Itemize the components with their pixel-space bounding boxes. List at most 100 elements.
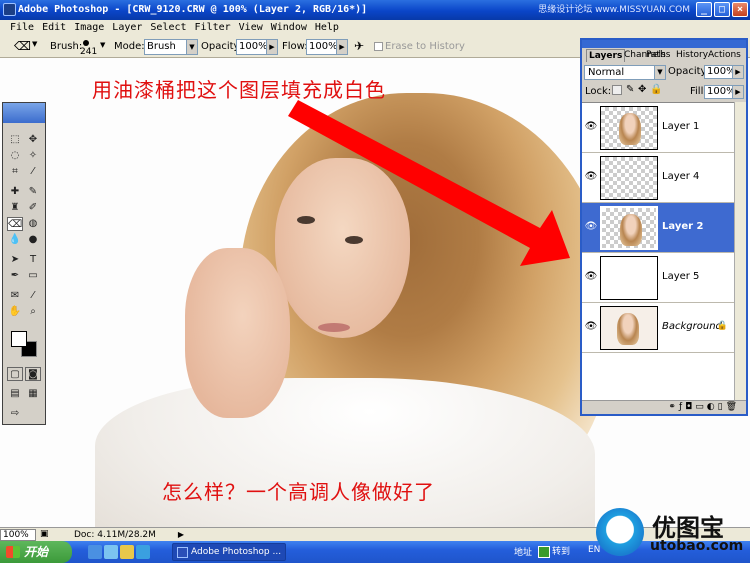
tab-layers[interactable]: Layers [586,49,626,62]
trash-icon[interactable]: 🗑 [726,402,740,412]
layer-row-layer-2[interactable]: 👁 Layer 2 [582,203,736,253]
layer-row-layer-4[interactable]: 👁 Layer 4 [582,153,736,203]
layers-scrollbar[interactable] [734,102,746,402]
path-selection-tool-icon[interactable]: ➤ [7,253,23,267]
layer-row-layer-5[interactable]: 👁 Layer 5 [582,253,736,303]
menu-layer[interactable]: Layer [108,20,146,36]
menu-file[interactable]: File [6,20,38,36]
screen-mode-full-icon[interactable]: ▦ [25,387,41,401]
dodge-tool-icon[interactable]: ● [25,233,41,247]
layers-palette-titlebar[interactable] [582,40,746,48]
clone-stamp-tool-icon[interactable]: ♜ [7,201,23,215]
layer-thumbnail [600,306,658,350]
lock-all-icon[interactable]: 🔒 [650,84,662,95]
quick-mask-mode-icon[interactable]: ◙ [25,367,41,381]
menu-bar: File Edit Image Layer Select Filter View Window… [0,20,750,36]
crop-tool-icon[interactable]: ⌗ [7,165,23,179]
layer-opacity-input[interactable]: 100% ▶ [704,65,744,79]
toolbox-header[interactable] [3,103,45,123]
notes-tool-icon[interactable]: ✉ [7,289,23,303]
tool-preset-dropdown-icon[interactable]: ▼ [32,40,37,48]
hand-tool-icon[interactable]: ✋ [7,305,23,319]
mode-value: Brush [147,41,176,52]
healing-brush-tool-icon[interactable]: ✚ [7,185,23,199]
erase-history-checkbox[interactable] [374,42,383,51]
lasso-tool-icon[interactable]: ◌ [7,149,23,163]
layer-row-layer-1[interactable]: 👁 Layer 1 [582,103,736,153]
layer-row-background[interactable]: 👁 Background 🔒 [582,303,736,353]
menu-filter[interactable]: Filter [191,20,235,36]
opacity-input[interactable]: 100% ▶ [236,39,278,55]
move-tool-icon[interactable]: ✥ [25,133,41,147]
visibility-eye-icon[interactable]: 👁 [584,321,598,333]
fill-input[interactable]: 100% ▶ [704,85,744,99]
lock-position-icon[interactable]: ✥ [638,84,646,95]
quicklaunch-folder-icon[interactable] [120,545,134,559]
magic-wand-tool-icon[interactable]: ✧ [25,149,41,163]
new-layer-icon[interactable]: ▯ [718,402,726,412]
chevron-right-icon[interactable]: ▶ [732,86,743,98]
quicklaunch-desktop-icon[interactable] [88,545,102,559]
menu-select[interactable]: Select [146,20,190,36]
adjustment-layer-icon[interactable]: ◐ [707,402,718,412]
menu-image[interactable]: Image [70,20,108,36]
lock-transparency-icon[interactable] [612,85,622,95]
taskbar-photoshop-button[interactable]: Adobe Photoshop ... [172,543,286,561]
visibility-eye-icon[interactable]: 👁 [584,171,598,183]
layer-mask-icon[interactable]: ◘ [685,402,695,412]
history-brush-tool-icon[interactable]: ✐ [25,201,41,215]
brush-tool-icon[interactable]: ✎ [25,185,41,199]
maximize-button[interactable]: □ [714,2,730,17]
screen-mode-standard-icon[interactable]: ▤ [7,387,23,401]
slice-tool-icon[interactable]: ⁄ [25,165,41,179]
status-icon: ▣ [40,529,49,539]
type-tool-icon[interactable]: T [25,253,41,267]
layer-list: 👁 Layer 1 👁 Layer 4 👁 Layer 2 👁 Layer 5 … [582,102,736,402]
airbrush-icon[interactable]: ✈ [354,39,364,53]
marquee-tool-icon[interactable]: ⬚ [7,133,23,147]
chevron-right-icon[interactable]: ▶ [336,40,347,54]
lock-image-icon[interactable]: ✎ [626,84,634,95]
visibility-eye-icon[interactable]: 👁 [584,271,598,283]
blur-tool-icon[interactable]: 💧 [7,233,23,247]
brush-preview-icon[interactable] [83,40,89,46]
close-button[interactable]: × [732,2,748,17]
eyedropper-tool-icon[interactable]: ⁄ [25,289,41,303]
shape-tool-icon[interactable]: ▭ [25,269,41,283]
zoom-input[interactable]: 100% [0,529,36,541]
new-set-icon[interactable]: ▭ [695,402,707,412]
blend-mode-select[interactable]: Normal ▼ [584,65,666,80]
minimize-button[interactable]: _ [696,2,712,17]
standard-mode-icon[interactable]: ▢ [7,367,23,381]
chevron-right-icon[interactable]: ▶ [266,40,277,54]
tab-actions[interactable]: Actions [706,49,743,62]
goto-button[interactable]: 转到 [536,544,576,560]
foreground-color-swatch[interactable] [11,331,27,347]
menu-view[interactable]: View [235,20,267,36]
paint-bucket-tool-icon[interactable]: ◍ [25,217,41,231]
doc-info-menu-arrow-icon[interactable]: ▶ [176,529,186,541]
jump-to-imageready-icon[interactable]: ⇨ [7,407,23,421]
quicklaunch-media-icon[interactable] [104,545,118,559]
quicklaunch-ie-icon[interactable] [136,545,150,559]
menu-window[interactable]: Window [267,20,311,36]
menu-help[interactable]: Help [311,20,343,36]
title-bar: Adobe Photoshop - [CRW_9120.CRW @ 100% (… [0,0,750,20]
menu-edit[interactable]: Edit [38,20,70,36]
visibility-eye-icon[interactable]: 👁 [584,221,598,233]
ime-indicator[interactable]: EN [588,545,600,555]
eraser-tool-icon[interactable]: ⌫ [14,39,31,53]
chevron-right-icon[interactable]: ▶ [732,66,743,78]
brush-picker-arrow-icon[interactable]: ▼ [100,41,105,49]
flow-input[interactable]: 100% ▶ [306,39,348,55]
pen-tool-icon[interactable]: ✒ [7,269,23,283]
zoom-tool-icon[interactable]: ⌕ [25,305,41,319]
eraser-tool-button-icon[interactable]: ⌫ [7,217,23,231]
layers-footer: ⚭ƒ◘▭◐▯🗑 [582,400,746,414]
tab-history[interactable]: History [674,49,710,62]
mode-select[interactable]: Brush ▼ [144,39,198,55]
link-layers-icon[interactable]: ⚭ [668,402,679,412]
tab-paths[interactable]: Paths [644,49,672,62]
start-button[interactable]: 开始 [0,541,72,563]
visibility-eye-icon[interactable]: 👁 [584,121,598,133]
